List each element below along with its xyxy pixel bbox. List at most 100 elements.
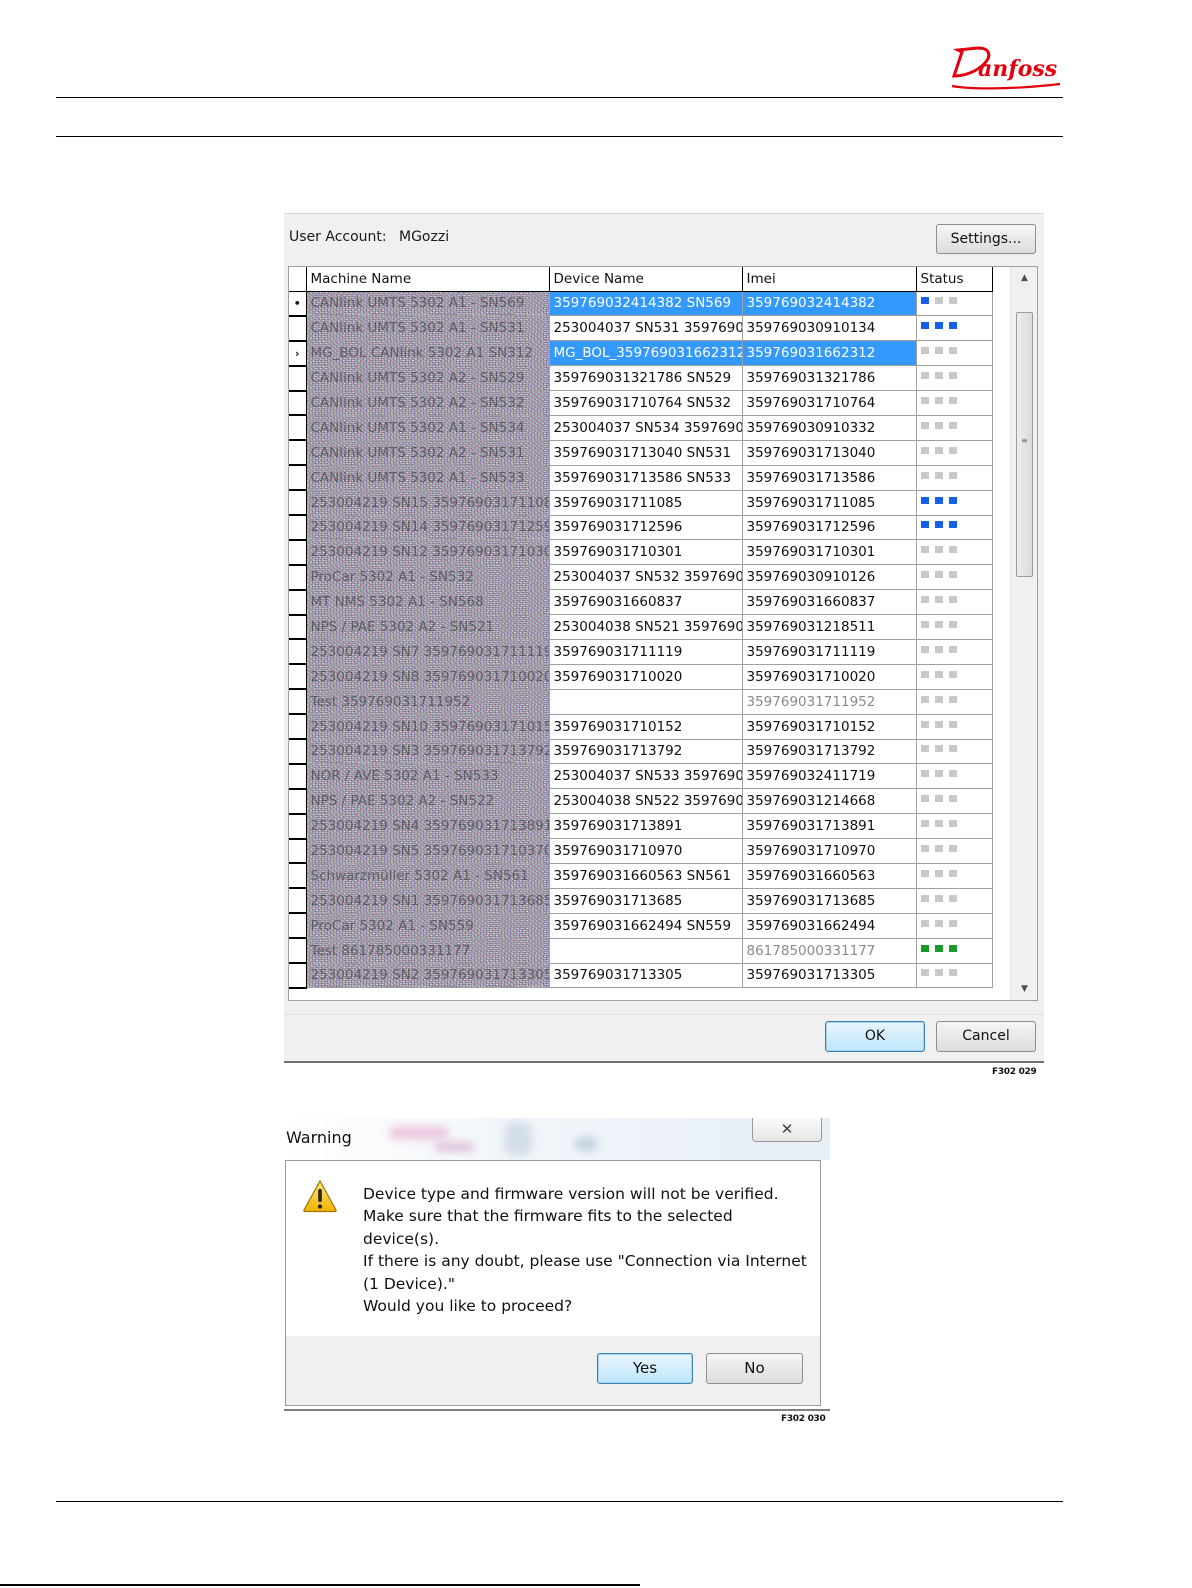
table-row[interactable]: CANlink UMTS 5302 A2 - SN531 359769031713… bbox=[289, 440, 993, 467]
machine-name-cell[interactable]: 253004219 SN4 359769031713891 bbox=[306, 813, 550, 840]
row-selector[interactable] bbox=[289, 739, 307, 765]
imei-cell[interactable]: 359769031662494 bbox=[742, 913, 917, 939]
device-name-cell[interactable]: 359769031710301 bbox=[549, 539, 743, 566]
device-name-cell[interactable]: 359769031710020 bbox=[549, 664, 743, 690]
row-selector[interactable] bbox=[289, 714, 307, 741]
machine-name-cell[interactable]: CANlink UMTS 5302 A1 - SN533 bbox=[306, 465, 550, 491]
device-name-cell[interactable]: MG_BOL_359769031662312 bbox=[549, 340, 743, 367]
imei-cell[interactable]: 359769031710152 bbox=[742, 714, 917, 740]
table-row[interactable]: 253004219 SN2 359769031713305 35976903171… bbox=[289, 963, 993, 989]
table-row[interactable]: 253004219 SN10 359769031710152 3597690317… bbox=[289, 714, 993, 741]
table-row[interactable]: 253004219 SN15 359769031711085 3597690317… bbox=[289, 490, 993, 517]
device-name-cell[interactable]: 359769031710970 bbox=[549, 838, 743, 864]
imei-cell[interactable]: 359769031713305 bbox=[742, 963, 917, 989]
imei-cell[interactable]: 359769031712596 bbox=[742, 515, 917, 541]
cancel-button[interactable]: Cancel bbox=[936, 1021, 1036, 1052]
table-row[interactable]: Schwarzmüller 5302 A1 - SN561 35976903166… bbox=[289, 863, 993, 890]
row-selector[interactable] bbox=[289, 813, 307, 840]
row-selector[interactable] bbox=[289, 365, 307, 392]
table-row[interactable]: 253004219 SN3 359769031713792 35976903171… bbox=[289, 739, 993, 765]
table-row[interactable]: ProCar 5302 A1 - SN532 253004037 SN532 35… bbox=[289, 564, 993, 591]
table-row[interactable]: • CANlink UMTS 5302 A1 - SN569 35976903241… bbox=[289, 291, 993, 317]
table-row[interactable]: 253004219 SN14 359769031712596 3597690317… bbox=[289, 515, 993, 541]
row-selector[interactable] bbox=[289, 539, 307, 566]
row-selector[interactable] bbox=[289, 515, 307, 541]
machine-name-cell[interactable]: CANlink UMTS 5302 A1 - SN531 bbox=[306, 315, 550, 342]
row-selector[interactable] bbox=[289, 838, 307, 865]
close-button[interactable]: ✕ bbox=[752, 1118, 822, 1142]
machine-name-cell[interactable]: 253004219 SN10 359769031710152 bbox=[306, 714, 550, 740]
device-name-cell[interactable] bbox=[549, 689, 743, 715]
machine-name-cell[interactable]: 253004219 SN5 359769031710370 bbox=[306, 838, 550, 864]
row-selector[interactable] bbox=[289, 888, 307, 915]
table-row[interactable]: NOR / AVE 5302 A1 - SN533 253004037 SN533… bbox=[289, 763, 993, 790]
table-row[interactable]: CANlink UMTS 5302 A2 - SN529 359769031321… bbox=[289, 365, 993, 392]
row-selector[interactable]: › bbox=[289, 340, 307, 367]
machine-name-cell[interactable]: 253004219 SN7 359769031711119 bbox=[306, 639, 550, 665]
machine-name-cell[interactable]: CANlink UMTS 5302 A2 - SN531 bbox=[306, 440, 550, 466]
scroll-down-arrow-icon[interactable]: ▼ bbox=[1011, 978, 1037, 1000]
no-button[interactable]: No bbox=[706, 1353, 803, 1384]
machine-name-cell[interactable]: CANlink UMTS 5302 A1 - SN569 bbox=[306, 291, 550, 317]
row-selector[interactable] bbox=[289, 490, 307, 517]
machine-name-cell[interactable]: 253004219 SN8 359769031710020 bbox=[306, 664, 550, 690]
table-row[interactable]: CANlink UMTS 5302 A1 - SN531 253004037 SN… bbox=[289, 315, 993, 342]
machine-name-cell[interactable]: 253004219 SN1 359769031713685 bbox=[306, 888, 550, 914]
imei-cell[interactable]: 359769030910126 bbox=[742, 564, 917, 591]
machine-name-cell[interactable]: Schwarzmüller 5302 A1 - SN561 bbox=[306, 863, 550, 889]
machine-name-cell[interactable]: NPS / PAE 5302 A2 - SN522 bbox=[306, 788, 550, 815]
device-name-cell[interactable]: 253004038 SN521 359769031218511 bbox=[549, 614, 743, 640]
imei-cell[interactable]: 359769030910134 bbox=[742, 315, 917, 342]
device-name-cell[interactable]: 253004037 SN532 359769030910126 bbox=[549, 564, 743, 591]
row-selector[interactable] bbox=[289, 763, 307, 790]
row-selector[interactable] bbox=[289, 315, 307, 342]
table-row[interactable]: › MG_BOL CANlink 5302 A1 SN312 MG_BOL_3597… bbox=[289, 340, 993, 367]
table-row[interactable]: 253004219 SN1 359769031713685 35976903171… bbox=[289, 888, 993, 915]
imei-cell[interactable]: 359769031713040 bbox=[742, 440, 917, 466]
machine-name-cell[interactable]: 253004219 SN12 359769031710301 bbox=[306, 539, 550, 566]
imei-cell[interactable]: 359769031710301 bbox=[742, 539, 917, 566]
imei-cell[interactable]: 359769031710764 bbox=[742, 390, 917, 416]
machine-name-cell[interactable]: Test 861785000331177 bbox=[306, 938, 550, 964]
imei-cell[interactable]: 359769031713891 bbox=[742, 813, 917, 840]
device-name-cell[interactable]: 359769031713305 bbox=[549, 963, 743, 989]
device-name-cell[interactable]: 359769032414382 SN569 bbox=[549, 291, 743, 317]
table-row[interactable]: Test 861785000331177 861785000331177 bbox=[289, 938, 993, 965]
imei-cell[interactable]: 359769031711952 bbox=[742, 689, 917, 715]
machine-name-cell[interactable]: CANlink UMTS 5302 A2 - SN532 bbox=[306, 390, 550, 416]
device-name-cell[interactable]: 359769031321786 SN529 bbox=[549, 365, 743, 392]
device-name-cell[interactable]: 359769031710764 SN532 bbox=[549, 390, 743, 416]
device-name-cell[interactable] bbox=[549, 938, 743, 964]
device-name-cell[interactable]: 359769031713586 SN533 bbox=[549, 465, 743, 491]
imei-cell[interactable]: 359769031660563 bbox=[742, 863, 917, 889]
machine-name-cell[interactable]: ProCar 5302 A1 - SN532 bbox=[306, 564, 550, 591]
imei-cell[interactable]: 359769031713685 bbox=[742, 888, 917, 914]
table-row[interactable]: 253004219 SN4 359769031713891 35976903171… bbox=[289, 813, 993, 840]
settings-button[interactable]: Settings... bbox=[936, 224, 1036, 254]
row-selector[interactable] bbox=[289, 614, 307, 641]
device-name-cell[interactable]: 359769031660563 SN561 bbox=[549, 863, 743, 889]
imei-cell[interactable]: 359769031711119 bbox=[742, 639, 917, 665]
device-name-cell[interactable]: 359769031660837 bbox=[549, 589, 743, 616]
device-name-cell[interactable]: 253004037 SN534 359769030910332 bbox=[549, 415, 743, 441]
machine-name-cell[interactable]: ProCar 5302 A1 - SN559 bbox=[306, 913, 550, 939]
imei-cell[interactable]: 359769031321786 bbox=[742, 365, 917, 392]
table-row[interactable]: 253004219 SN12 359769031710301 3597690317… bbox=[289, 539, 993, 566]
device-name-cell[interactable]: 359769031713891 bbox=[549, 813, 743, 840]
scrollbar-thumb[interactable]: ≡ bbox=[1016, 312, 1033, 577]
machine-name-cell[interactable]: NOR / AVE 5302 A1 - SN533 bbox=[306, 763, 550, 790]
table-row[interactable]: NPS / PAE 5302 A2 - SN521 253004038 SN521… bbox=[289, 614, 993, 641]
imei-cell[interactable]: 359769031713792 bbox=[742, 739, 917, 765]
row-selector[interactable] bbox=[289, 415, 307, 442]
row-selector[interactable] bbox=[289, 788, 307, 815]
imei-cell[interactable]: 359769030910332 bbox=[742, 415, 917, 441]
machine-name-cell[interactable]: Test 359769031711952 bbox=[306, 689, 550, 715]
row-selector[interactable] bbox=[289, 689, 307, 716]
row-selector[interactable] bbox=[289, 390, 307, 417]
table-row[interactable]: 253004219 SN8 359769031710020 35976903171… bbox=[289, 664, 993, 691]
device-name-cell[interactable]: 359769031711085 bbox=[549, 490, 743, 516]
table-row[interactable]: CANlink UMTS 5302 A1 - SN534 253004037 SN… bbox=[289, 415, 993, 442]
table-row[interactable]: 253004219 SN7 359769031711119 35976903171… bbox=[289, 639, 993, 666]
imei-cell[interactable]: 359769031214668 bbox=[742, 788, 917, 815]
column-header-machine-name[interactable]: Machine Name bbox=[306, 267, 550, 292]
